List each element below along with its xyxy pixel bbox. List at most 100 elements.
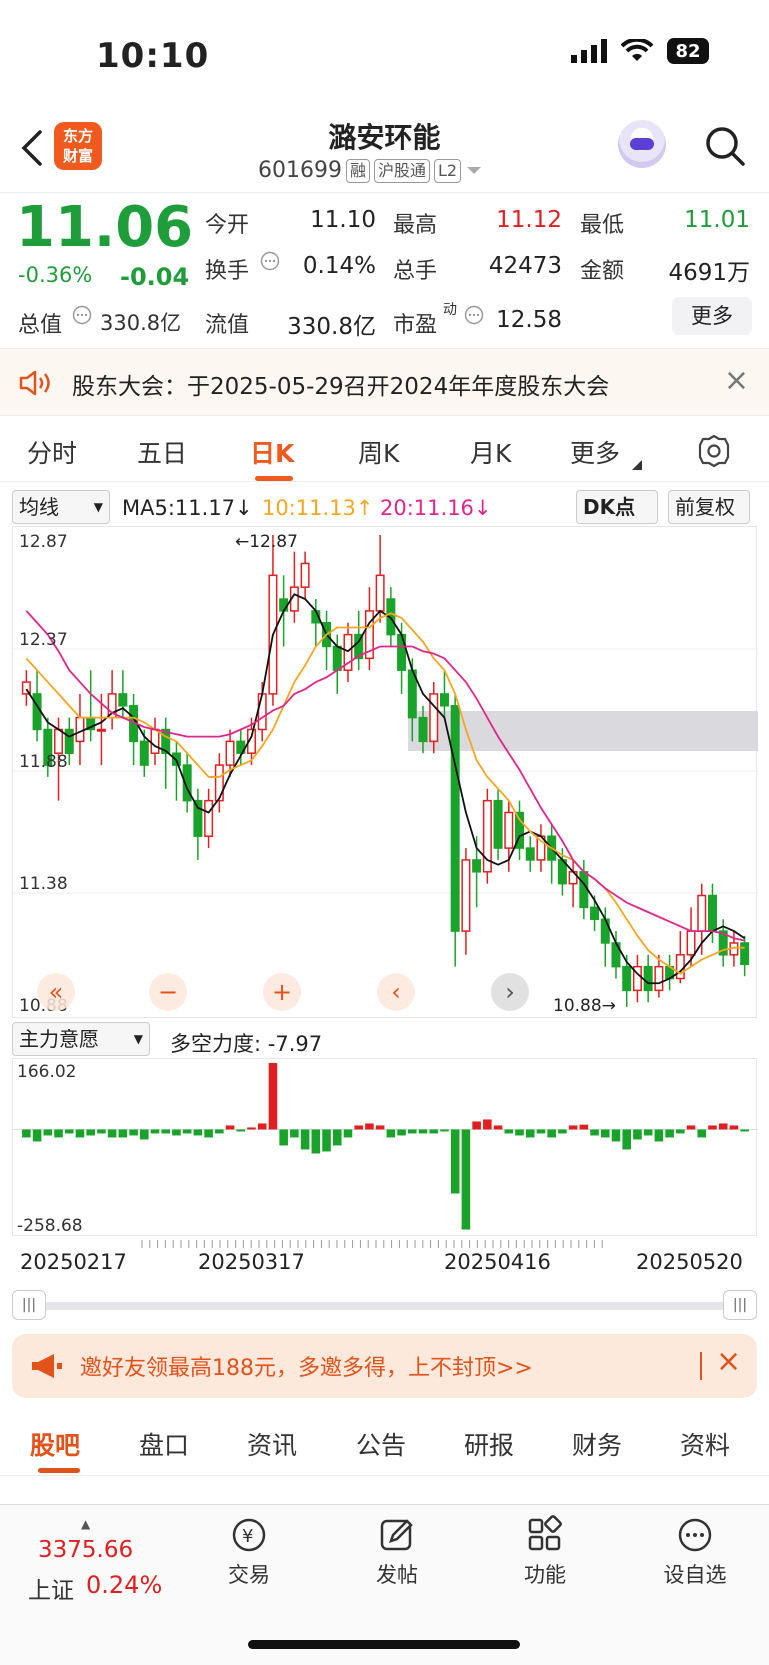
candle [461,859,471,932]
tab-5day[interactable]: 五日 [137,434,187,470]
current-price: 11.06 [16,195,194,260]
tab-daily-k[interactable]: 日K [250,434,294,470]
chevron-right-icon: › [505,978,515,1006]
nav-add-watchlist[interactable]: 设自选 [640,1515,750,1589]
tab-news[interactable]: 资讯 [247,1426,297,1462]
power-bar [547,1129,556,1138]
zoom-out-button[interactable]: − [149,973,187,1011]
more-button[interactable]: 更多 [672,297,752,335]
tag-margin: 融 [345,158,370,183]
sub-dropdown-label: 主力意愿 [19,1027,99,1051]
tab-more[interactable]: 更多 [570,434,620,470]
power-chart[interactable]: 166.02 -258.68 [12,1058,758,1236]
date-label: 20250520 [636,1250,743,1274]
power-max: 166.02 [17,1062,76,1082]
minus-icon: − [157,978,179,1006]
power-bar [300,1129,310,1150]
power-bar [279,1129,288,1146]
power-bar [493,1125,503,1130]
power-bar [386,1129,396,1138]
tab-financials[interactable]: 财务 [572,1426,622,1462]
power-bar [654,1129,664,1142]
tab-intraday[interactable]: 分时 [27,434,77,470]
range-handle-left[interactable]: ||| [12,1290,46,1320]
candle [257,693,267,731]
candle [493,799,503,849]
volume-label: 总手 [393,259,438,284]
dk-dropdown[interactable]: DK点 [576,490,658,524]
power-bar [450,1129,460,1194]
nav-post[interactable]: 发帖 [342,1515,452,1589]
power-bar [332,1129,342,1146]
invite-banner[interactable]: 邀好友领最高188元，多邀多得，上不封顶>> × [12,1334,757,1398]
tab-announcements[interactable]: 公告 [356,1426,406,1462]
power-bar [97,1129,106,1134]
ma20-line [25,610,745,942]
tab-monthly-k[interactable]: 月K [470,434,511,470]
close-icon[interactable]: × [716,1344,741,1379]
power-bar [343,1129,353,1138]
close-icon[interactable]: × [724,363,749,398]
info-icon[interactable] [260,251,280,271]
sub-indicator-dropdown[interactable]: 主力意愿 ▼ [12,1022,150,1056]
power-bar [429,1129,439,1134]
stock-code-row[interactable]: 601699 融 沪股通 L2 [258,158,483,183]
gear-icon[interactable] [697,434,731,468]
candle [204,799,214,837]
kline-svg: 12.87 12.37 11.88 11.38 10.88 ←12.87 10.… [13,532,758,1016]
chart-control-fast-back[interactable]: « [37,973,75,1011]
range-slider[interactable]: ||| ||| [12,1290,757,1320]
power-bar [22,1129,31,1138]
candle [375,574,385,612]
change-amount: -0.04 [120,263,190,291]
plus-icon: + [271,978,293,1006]
notice-bar[interactable]: 股东大会：于2025-05-29召开2024年年度股东大会 × [0,348,769,416]
signal-icon [571,39,607,63]
candle [686,930,696,956]
tab-forum[interactable]: 股吧 [30,1426,80,1462]
caret-icon [632,460,642,470]
double-left-icon: « [48,978,64,1006]
chevron-left-icon: ‹ [391,978,401,1006]
power-bar [686,1125,696,1130]
robot-avatar-icon[interactable] [618,120,666,168]
candle [579,871,589,909]
adjust-button[interactable]: 前复权 [668,490,750,524]
candle [525,847,535,861]
range-handle-right[interactable]: ||| [723,1290,757,1320]
search-icon[interactable] [703,124,747,168]
svg-text:¥: ¥ [242,1526,253,1547]
chart-tabs: 分时 五日 日K 周K 月K 更多 [0,420,769,482]
tab-underline [38,1468,80,1473]
kline-chart[interactable]: 12.87 12.37 11.88 11.38 10.88 ←12.87 10.… [12,526,758,1018]
nav-functions[interactable]: 功能 [490,1515,600,1589]
tag-l2: L2 [434,158,462,183]
candle [54,728,64,754]
power-bar [504,1129,514,1134]
scroll-right-button[interactable]: › [491,973,529,1011]
tab-research[interactable]: 研报 [464,1426,514,1462]
power-bar [375,1125,385,1130]
market-cap-value: 330.8亿 [100,311,182,335]
info-icon[interactable] [72,305,92,325]
power-bar [622,1129,632,1150]
power-bar [461,1129,471,1230]
edit-icon [380,1519,413,1551]
tab-weekly-k[interactable]: 周K [358,434,399,470]
power-bar [600,1129,610,1138]
tab-profile[interactable]: 资料 [680,1426,730,1462]
indicator-dropdown[interactable]: 均线 ▼ [12,490,110,524]
scroll-left-button[interactable]: ‹ [377,973,415,1011]
ma-row: 均线 ▼ MA5:11.17↓ 10:11.13↑ 20:11.16↓ DK点 前… [12,490,762,526]
zoom-in-button[interactable]: + [263,973,301,1011]
date-axis: 20250217 20250317 20250416 20250520 [12,1240,757,1278]
power-bar [729,1125,739,1130]
power-bar [515,1129,524,1136]
tab-orderbook[interactable]: 盘口 [139,1426,189,1462]
power-bar [247,1127,256,1130]
candle [429,693,439,743]
power-bar [86,1129,95,1136]
power-bar [32,1129,42,1142]
power-bar [129,1129,138,1136]
nav-trade[interactable]: ¥ 交易 [194,1515,304,1589]
